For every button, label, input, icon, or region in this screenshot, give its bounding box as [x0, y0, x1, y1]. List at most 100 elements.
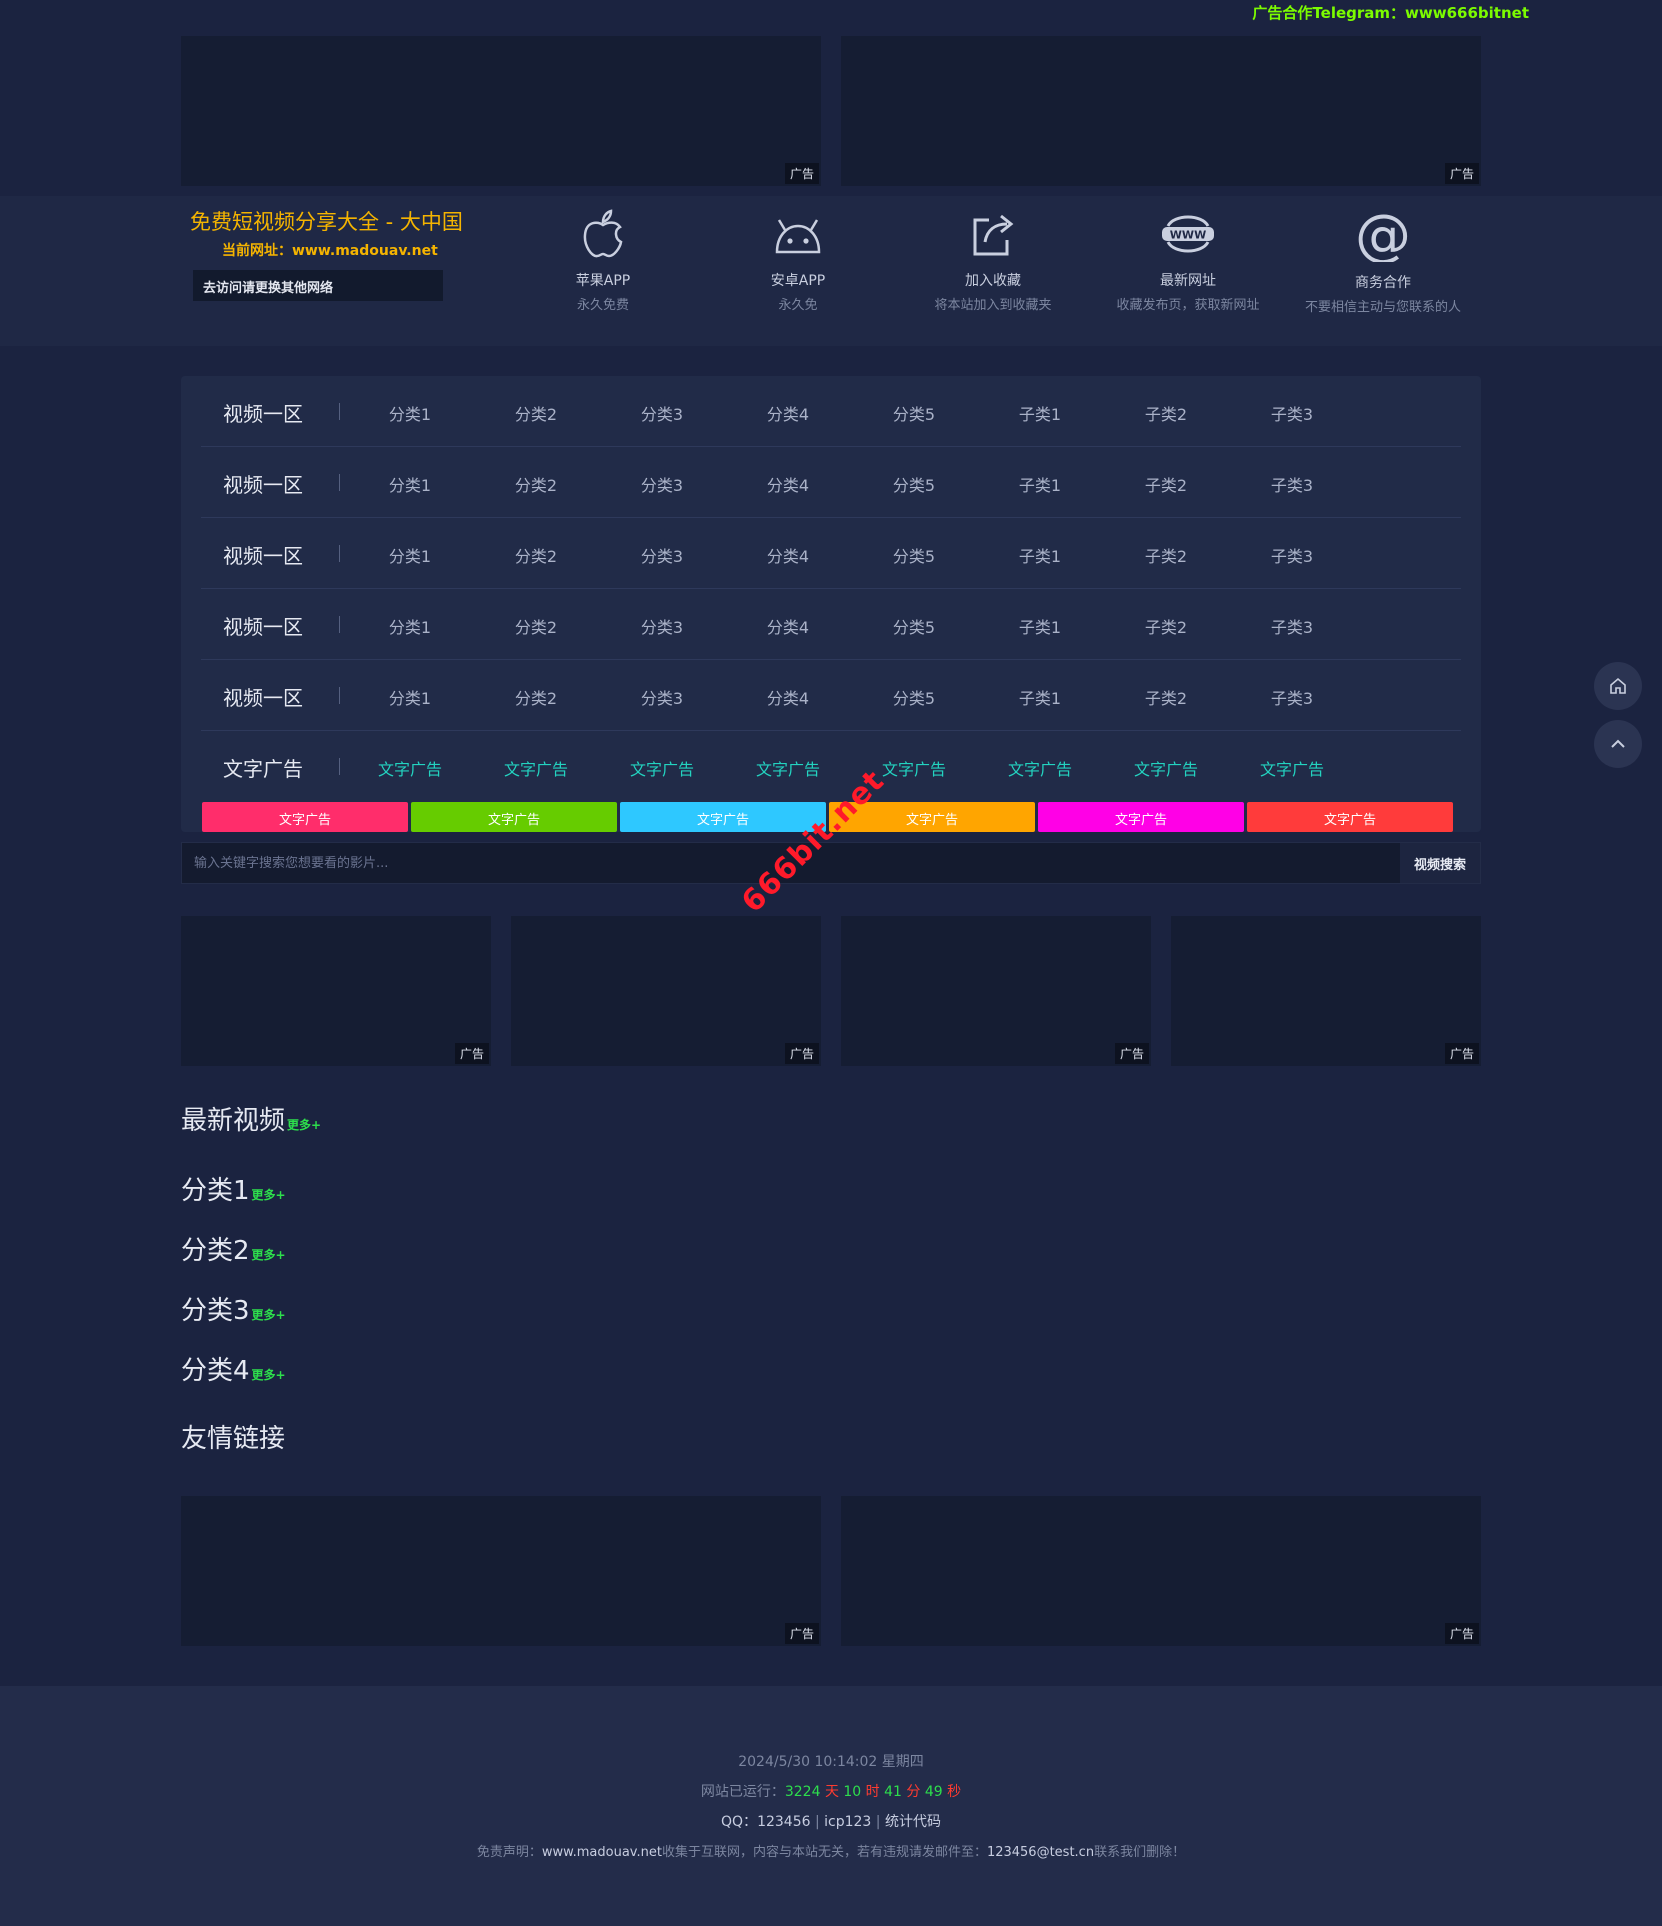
feature-business[interactable]: @ 商务合作 不要相信主动与您联系的人 — [1285, 208, 1481, 315]
nav-category-link[interactable]: 子类2 — [1103, 614, 1229, 638]
nav-category-link[interactable]: 分类1 — [347, 401, 473, 425]
ad-contact-telegram[interactable]: 广告合作Telegram：www666bitnet — [1252, 2, 1529, 23]
more-link[interactable]: 更多+ — [252, 1368, 286, 1382]
text-ad-link[interactable]: 文字广告 — [1103, 756, 1229, 780]
ad-banner-bottom-right[interactable]: 广告 — [841, 1496, 1481, 1646]
ad-banner-top-left[interactable]: 广告 — [181, 36, 821, 186]
nav-category-link[interactable]: 分类4 — [725, 614, 851, 638]
nav-category-link[interactable]: 子类1 — [977, 685, 1103, 709]
nav-category-link[interactable]: 分类2 — [473, 614, 599, 638]
nav-category-link[interactable]: 分类3 — [599, 685, 725, 709]
category-nav-card: 视频一区 分类1 分类2 分类3 分类4 分类5 子类1 子类2 子类3 视频一… — [181, 376, 1481, 832]
nav-zone-title[interactable]: 视频一区 — [201, 611, 347, 640]
nav-category-link[interactable]: 子类3 — [1229, 614, 1355, 638]
nav-category-link[interactable]: 子类3 — [1229, 401, 1355, 425]
nav-row: 视频一区 分类1 分类2 分类3 分类4 分类5 子类1 子类2 子类3 — [201, 447, 1461, 518]
nav-category-link[interactable]: 分类4 — [725, 685, 851, 709]
nav-category-link[interactable]: 分类3 — [599, 614, 725, 638]
nav-category-link[interactable]: 分类5 — [851, 685, 977, 709]
ad-banner-mid-2[interactable]: 广告 — [511, 916, 821, 1066]
nav-zone-title[interactable]: 视频一区 — [201, 682, 347, 711]
more-link[interactable]: 更多+ — [252, 1308, 286, 1322]
visit-note: 去访问请更换其他网络 — [193, 270, 443, 301]
text-ad-link[interactable]: 文字广告 — [473, 756, 599, 780]
nav-category-link[interactable]: 子类1 — [977, 543, 1103, 567]
nav-category-link[interactable]: 分类1 — [347, 543, 473, 567]
nav-category-link[interactable]: 子类2 — [1103, 472, 1229, 496]
text-ad-link[interactable]: 文字广告 — [347, 756, 473, 780]
more-link[interactable]: 更多+ — [252, 1188, 286, 1202]
disclaimer-email[interactable]: 123456@test.cn — [987, 1845, 1094, 1860]
nav-zone-title[interactable]: 视频一区 — [201, 469, 347, 498]
disclaimer-prefix: 免责声明： — [476, 1845, 542, 1860]
qq-number[interactable]: 123456 — [757, 1814, 810, 1830]
nav-category-link[interactable]: 分类5 — [851, 614, 977, 638]
ad-banner-mid-1[interactable]: 广告 — [181, 916, 491, 1066]
more-link[interactable]: 更多+ — [287, 1118, 321, 1132]
color-ad-bar[interactable]: 文字广告 — [1038, 802, 1244, 832]
nav-category-link[interactable]: 分类4 — [725, 401, 851, 425]
home-button[interactable] — [1594, 662, 1642, 710]
disclaimer-site[interactable]: www.madouav.net — [542, 1845, 662, 1860]
home-icon — [1610, 677, 1626, 694]
nav-category-link[interactable]: 分类5 — [851, 401, 977, 425]
nav-category-link[interactable]: 分类2 — [473, 543, 599, 567]
nav-category-link[interactable]: 分类5 — [851, 543, 977, 567]
nav-category-link[interactable]: 分类4 — [725, 472, 851, 496]
ad-banner-top-right[interactable]: 广告 — [841, 36, 1481, 186]
color-ad-bar[interactable]: 文字广告 — [1247, 802, 1453, 832]
nav-category-link[interactable]: 子类3 — [1229, 543, 1355, 567]
ad-tag: 广告 — [454, 1043, 489, 1064]
nav-category-link[interactable]: 分类2 — [473, 472, 599, 496]
nav-zone-title[interactable]: 视频一区 — [201, 398, 347, 427]
section-title-text: 分类3 — [181, 1296, 250, 1326]
ad-banner-bottom-left[interactable]: 广告 — [181, 1496, 821, 1646]
feature-android-app[interactable]: 安卓APP 永久免 — [700, 208, 896, 313]
uptime-days-unit: 天 — [824, 1784, 839, 1800]
nav-category-link[interactable]: 分类3 — [599, 401, 725, 425]
nav-category-link[interactable]: 子类1 — [977, 401, 1103, 425]
footer: 2024/5/30 10:14:02 星期四 网站已运行：3224 天 10 时… — [0, 1686, 1662, 1926]
nav-category-link[interactable]: 子类2 — [1103, 685, 1229, 709]
nav-category-link[interactable]: 分类1 — [347, 685, 473, 709]
feature-subtitle: 收藏发布页，获取新网址 — [1116, 298, 1260, 313]
text-ad-link[interactable]: 文字广告 — [977, 756, 1103, 780]
color-ad-bar[interactable]: 文字广告 — [620, 802, 826, 832]
nav-zone-title[interactable]: 视频一区 — [201, 540, 347, 569]
current-url-value[interactable]: www.madouav.net — [292, 243, 438, 259]
color-ad-bar[interactable]: 文字广告 — [202, 802, 408, 832]
color-ad-bar[interactable]: 文字广告 — [411, 802, 617, 832]
nav-category-link[interactable]: 分类3 — [599, 543, 725, 567]
nav-category-link[interactable]: 分类5 — [851, 472, 977, 496]
qq-label: QQ： — [721, 1814, 758, 1830]
nav-category-link[interactable]: 分类2 — [473, 685, 599, 709]
feature-latest-url[interactable]: WWW 最新网址 收藏发布页，获取新网址 — [1090, 208, 1286, 313]
text-ad-zone-title: 文字广告 — [223, 757, 303, 781]
nav-category-link[interactable]: 分类1 — [347, 472, 473, 496]
feature-bookmark[interactable]: 加入收藏 将本站加入到收藏夹 — [895, 208, 1091, 313]
disclaimer-text: 收集于互联网，内容与本站无关，若有违规请发邮件至： — [661, 1845, 987, 1860]
nav-category-link[interactable]: 子类1 — [977, 614, 1103, 638]
ad-banner-mid-4[interactable]: 广告 — [1171, 916, 1481, 1066]
text-ad-link[interactable]: 文字广告 — [1229, 756, 1355, 780]
at-icon: @ — [1356, 208, 1410, 262]
nav-category-link[interactable]: 分类1 — [347, 614, 473, 638]
back-to-top-button[interactable] — [1594, 720, 1642, 768]
ad-tag: 广告 — [1114, 1043, 1149, 1064]
icp-link[interactable]: icp123 — [824, 1814, 871, 1830]
text-ad-link[interactable]: 文字广告 — [725, 756, 851, 780]
nav-category-link[interactable]: 分类2 — [473, 401, 599, 425]
nav-category-link[interactable]: 分类4 — [725, 543, 851, 567]
ad-banner-mid-3[interactable]: 广告 — [841, 916, 1151, 1066]
nav-category-link[interactable]: 子类3 — [1229, 472, 1355, 496]
more-link[interactable]: 更多+ — [252, 1248, 286, 1262]
feature-title: 商务合作 — [1355, 275, 1411, 291]
feature-apple-app[interactable]: 苹果APP 永久免费 — [505, 208, 701, 313]
search-button[interactable]: 视频搜索 — [1400, 843, 1480, 883]
nav-category-link[interactable]: 子类3 — [1229, 685, 1355, 709]
nav-category-link[interactable]: 子类2 — [1103, 543, 1229, 567]
nav-category-link[interactable]: 分类3 — [599, 472, 725, 496]
nav-category-link[interactable]: 子类2 — [1103, 401, 1229, 425]
text-ad-link[interactable]: 文字广告 — [599, 756, 725, 780]
nav-category-link[interactable]: 子类1 — [977, 472, 1103, 496]
